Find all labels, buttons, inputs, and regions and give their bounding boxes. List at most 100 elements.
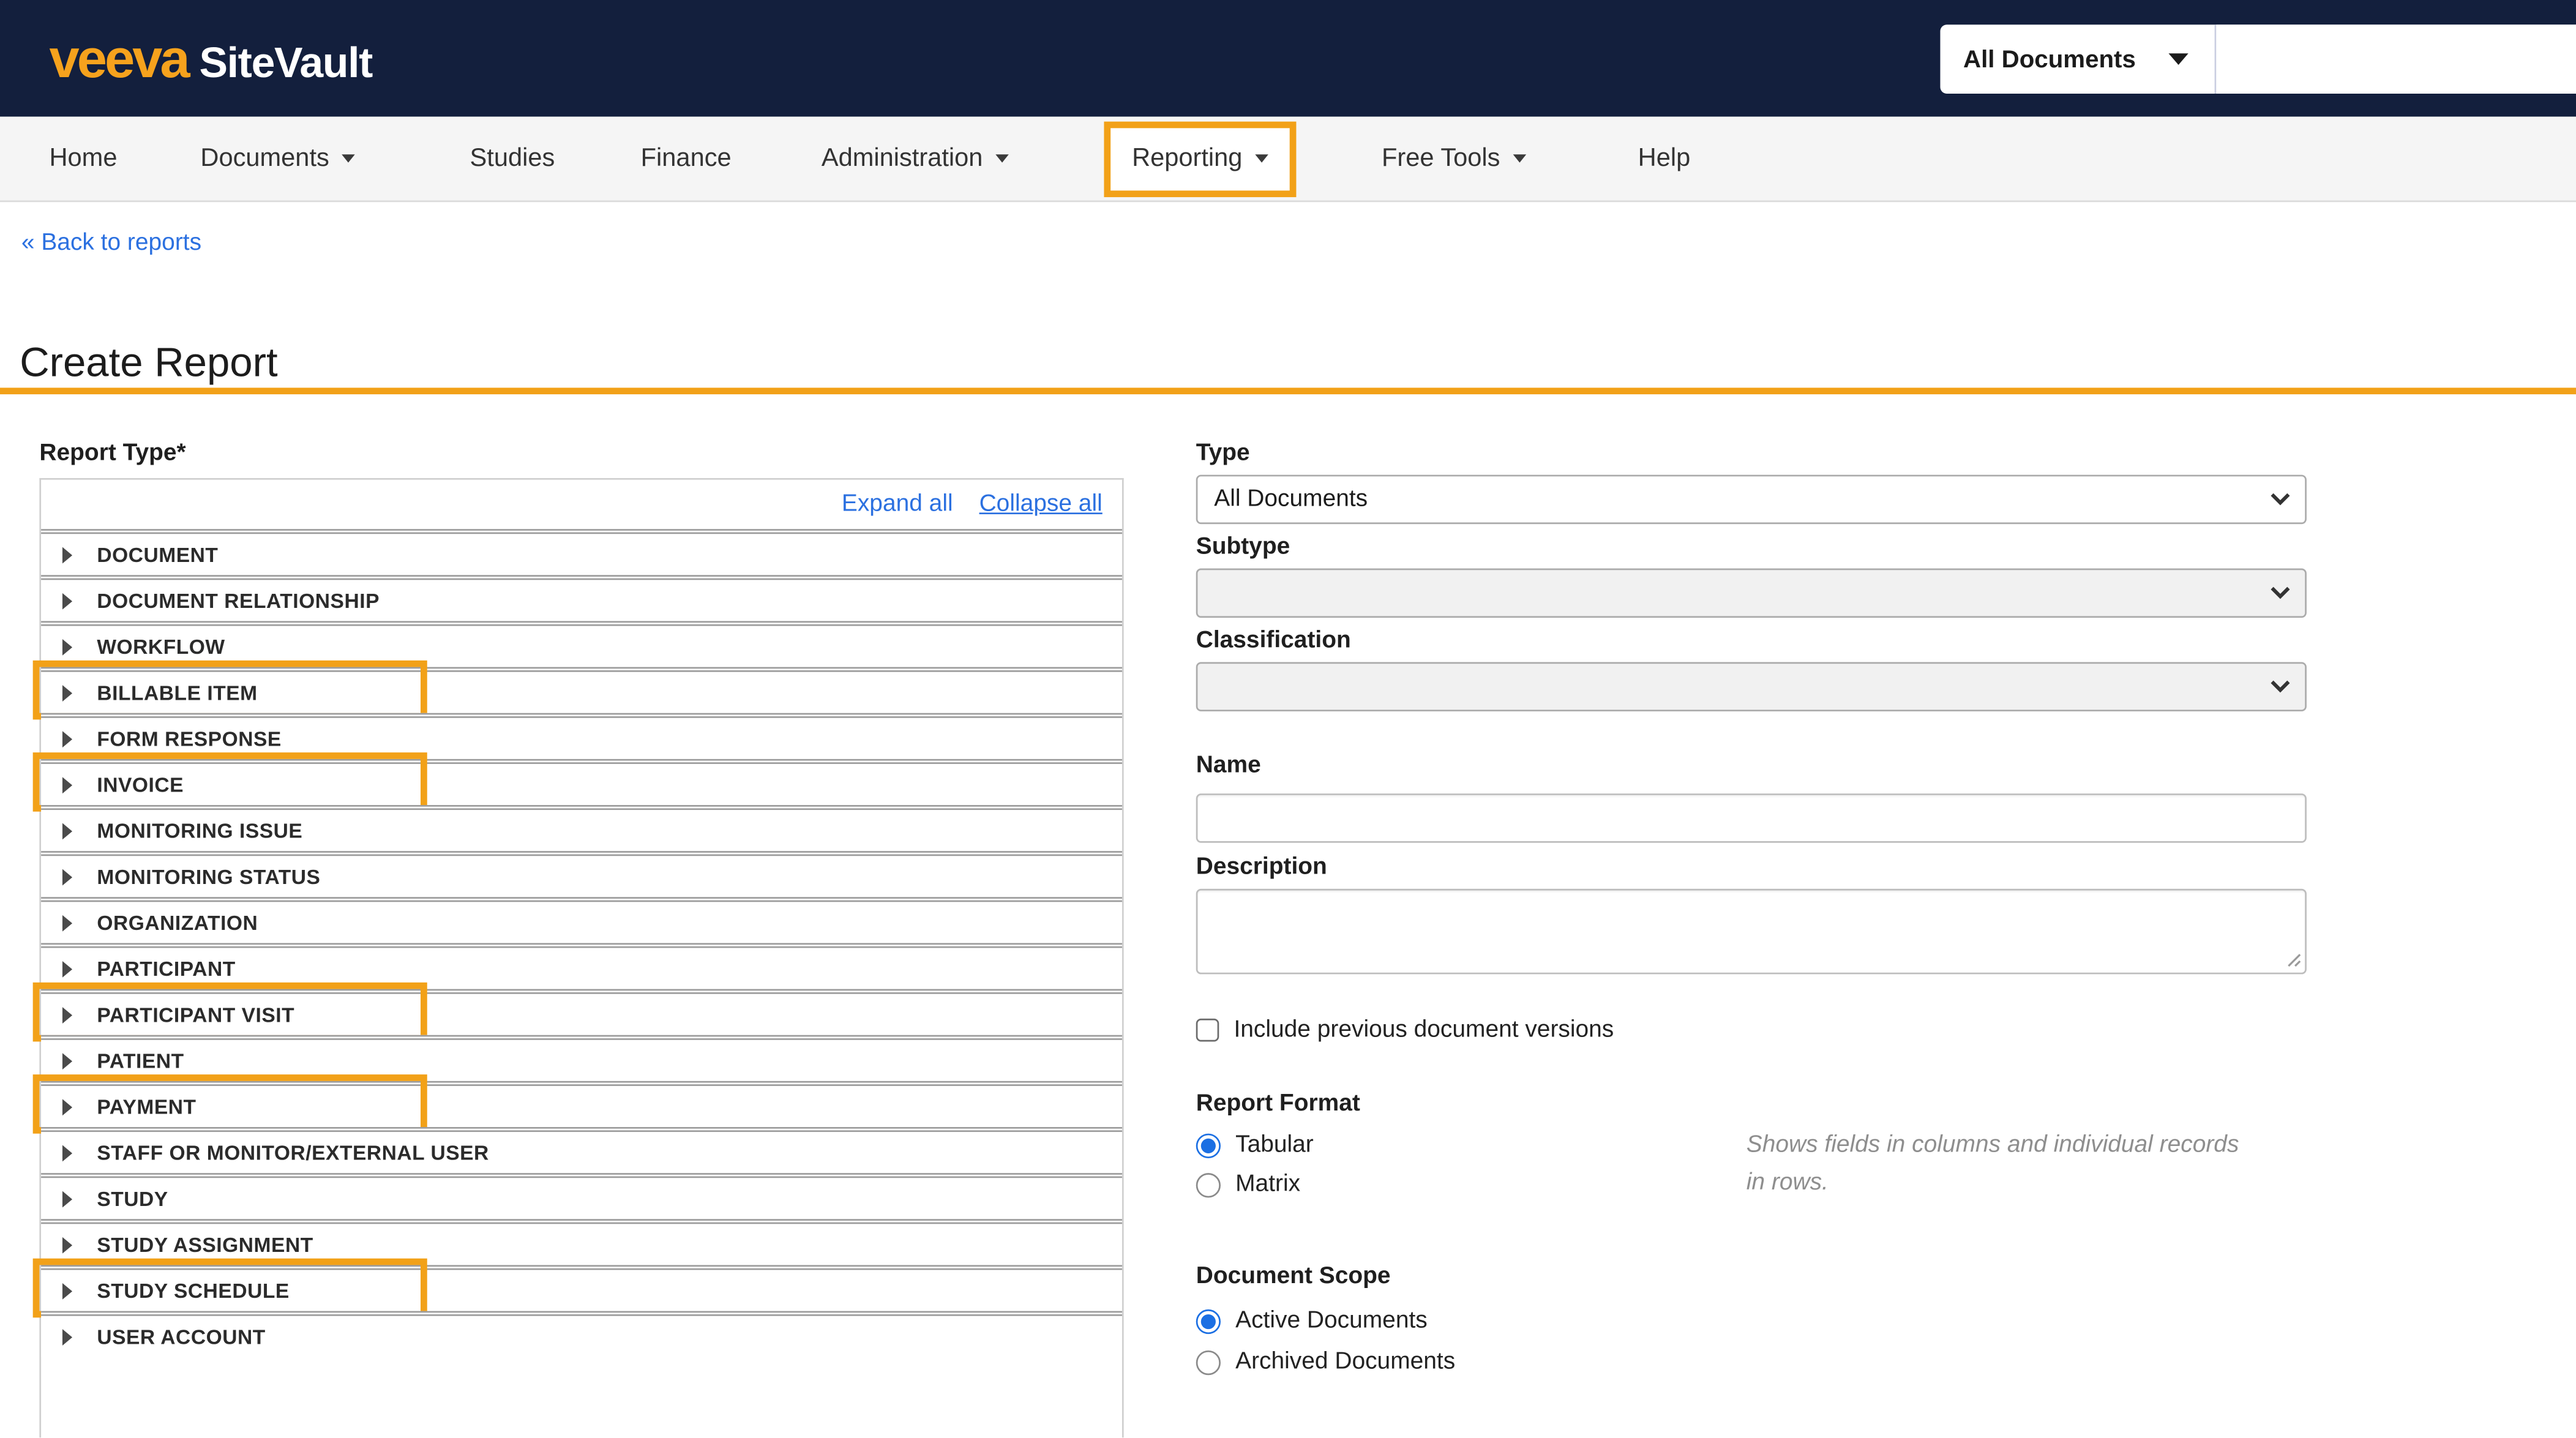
expand-arrow-icon [62, 1052, 73, 1069]
nav-item-finance[interactable]: Finance [641, 144, 732, 173]
report-type-row-label: WORKFLOW [97, 635, 225, 658]
report-type-row-monitoring-issue[interactable]: MONITORING ISSUE [41, 805, 1122, 852]
report-type-row-monitoring-status[interactable]: MONITORING STATUS [41, 851, 1122, 897]
report-type-row-label: STAFF OR MONITOR/EXTERNAL USER [97, 1140, 489, 1164]
report-type-row-label: FORM RESPONSE [97, 727, 282, 751]
expand-arrow-icon [62, 868, 73, 885]
expand-arrow-icon [62, 914, 73, 931]
report-type-row-label: DOCUMENT [97, 542, 219, 566]
report-type-row-study[interactable]: STUDY [41, 1173, 1122, 1219]
description-textarea[interactable] [1196, 888, 2307, 975]
report-type-row-invoice[interactable]: INVOICE [32, 752, 1122, 812]
nav-item-administration[interactable]: Administration [822, 144, 1009, 173]
report-type-row-label: USER ACCOUNT [97, 1325, 266, 1348]
report-type-row-patient[interactable]: PATIENT [41, 1035, 1122, 1081]
veeva-logo: veeva [49, 27, 190, 88]
type-select-value: All Documents [1214, 486, 1368, 513]
report-type-row-label: STUDY ASSIGNMENT [97, 1233, 313, 1256]
include-previous-row[interactable]: Include previous document versions [1196, 1017, 2307, 1043]
include-previous-label: Include previous document versions [1234, 1017, 1614, 1044]
name-input[interactable] [1196, 793, 2307, 843]
expand-arrow-icon [62, 546, 73, 563]
expand-arrow-icon [62, 960, 73, 977]
radio-unselected-icon[interactable] [1196, 1172, 1221, 1197]
global-search-bar: All Documents [1940, 24, 2576, 94]
classification-label: Classification [1196, 627, 1351, 654]
nav-item-free-tools[interactable]: Free Tools [1381, 143, 1527, 173]
chevron-down-icon [2271, 680, 2290, 693]
report-type-row-label: STUDY SCHEDULE [97, 1279, 290, 1302]
expand-all-link[interactable]: Expand all [842, 491, 953, 517]
report-type-row-label: BILLABLE ITEM [97, 681, 258, 704]
search-scope-value: All Documents [1963, 45, 2136, 73]
radio-selected-icon[interactable] [1196, 1133, 1221, 1158]
report-type-row-label: MONITORING ISSUE [97, 818, 303, 842]
document-scope-option-archived[interactable]: Archived Documents [1196, 1349, 2307, 1375]
report-type-row-label: PARTICIPANT [97, 957, 236, 980]
nav-item-home[interactable]: Home [50, 144, 118, 173]
radio-label: Matrix [1235, 1171, 1301, 1198]
expand-arrow-icon [62, 638, 73, 655]
expand-arrow-icon [62, 1328, 73, 1345]
report-type-row-organization[interactable]: ORGANIZATION [41, 897, 1122, 943]
report-type-row-form-response[interactable]: FORM RESPONSE [41, 713, 1122, 759]
expand-arrow-icon [62, 1144, 73, 1161]
nav-item-label: Administration [821, 143, 983, 172]
include-previous-checkbox[interactable] [1196, 1018, 1219, 1042]
subtype-label: Subtype [1196, 534, 1290, 561]
type-select[interactable]: All Documents [1196, 474, 2307, 525]
radio-label: Active Documents [1235, 1308, 1428, 1335]
report-type-row-payment[interactable]: PAYMENT [32, 1074, 1122, 1134]
description-label: Description [1196, 854, 1327, 881]
collapse-all-link[interactable]: Collapse all [979, 491, 1103, 517]
app-header: veeva SiteVault All Documents [0, 0, 2576, 117]
expand-arrow-icon [62, 776, 73, 793]
global-search-input[interactable] [2216, 24, 2576, 94]
nav-item-label: Finance [640, 143, 732, 172]
nav-item-documents[interactable]: Documents [200, 143, 356, 173]
report-type-row-user-account[interactable]: USER ACCOUNT [41, 1311, 1122, 1357]
nav-item-studies[interactable]: Studies [470, 144, 555, 173]
type-label: Type [1196, 440, 1250, 467]
caret-down-icon [1513, 154, 1527, 163]
report-format-note: Shows fields in columns and individual r… [1746, 1132, 2239, 1196]
report-type-panel: Expand all Collapse all DOCUMENT DOCUMEN… [32, 477, 1124, 1438]
document-scope-label: Document Scope [1196, 1263, 1391, 1290]
report-type-row-participant[interactable]: PARTICIPANT [41, 943, 1122, 989]
veeva-sitevault-logo: veeva SiteVault [50, 27, 373, 89]
subtype-select [1196, 568, 2307, 618]
report-type-row-document[interactable]: DOCUMENT [41, 529, 1122, 575]
orange-divider [0, 388, 2576, 395]
nav-item-label: Home [49, 143, 118, 172]
report-type-row-label: PAYMENT [97, 1095, 197, 1118]
report-type-row-document-relationship[interactable]: DOCUMENT RELATIONSHIP [41, 575, 1122, 621]
radio-unselected-icon[interactable] [1196, 1349, 1221, 1374]
caret-down-icon [1255, 154, 1269, 163]
report-type-row-study-schedule[interactable]: STUDY SCHEDULE [32, 1258, 1122, 1318]
back-to-reports-link[interactable]: « Back to reports [21, 230, 201, 257]
nav-item-label: Documents [200, 143, 329, 172]
report-type-row-label: STUDY [97, 1186, 168, 1210]
classification-select [1196, 662, 2307, 712]
nav-item-reporting[interactable]: Reporting [1104, 121, 1297, 197]
page-title: Create Report [20, 339, 278, 386]
report-type-row-staff-or-monitor-external-user[interactable]: STAFF OR MONITOR/EXTERNAL USER [41, 1127, 1122, 1174]
name-label: Name [1196, 752, 1261, 779]
report-type-row-billable-item[interactable]: BILLABLE ITEM [32, 660, 1122, 720]
expand-arrow-icon [62, 1236, 73, 1253]
nav-item-help[interactable]: Help [1638, 144, 1691, 173]
report-type-row-study-assignment[interactable]: STUDY ASSIGNMENT [41, 1219, 1122, 1265]
report-type-row-label: MONITORING STATUS [97, 864, 321, 888]
report-type-row-workflow[interactable]: WORKFLOW [41, 621, 1122, 667]
radio-selected-icon[interactable] [1196, 1308, 1221, 1333]
search-scope-selector[interactable]: All Documents [1940, 24, 2215, 94]
expand-arrow-icon [62, 1282, 73, 1299]
report-format-label: Report Format [1196, 1090, 1360, 1117]
report-type-row-participant-visit[interactable]: PARTICIPANT VISIT [32, 982, 1122, 1042]
document-scope-option-active[interactable]: Active Documents [1196, 1308, 2307, 1334]
expand-arrow-icon [62, 684, 73, 701]
nav-item-label: Free Tools [1381, 143, 1500, 172]
product-name: SiteVault [199, 37, 373, 86]
resize-handle-icon[interactable] [2285, 951, 2302, 968]
